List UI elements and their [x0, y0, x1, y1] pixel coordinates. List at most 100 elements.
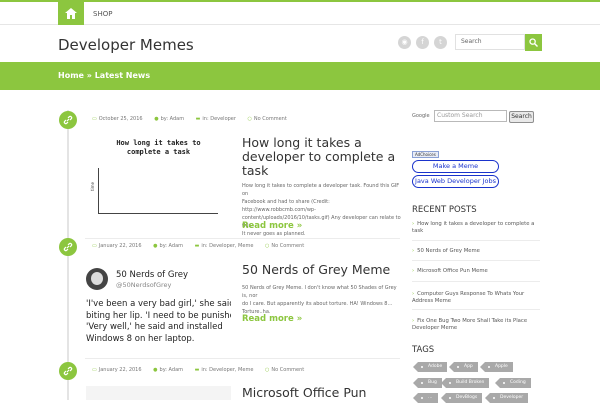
post-author[interactable]: by: Adam [160, 367, 183, 373]
post-format-link-icon [59, 238, 77, 256]
read-more-link[interactable]: Read more » [242, 314, 302, 324]
tag-link[interactable]: App [449, 362, 478, 372]
post-category[interactable]: in: Developer, Meme [201, 367, 253, 373]
tag-link[interactable]: Build Broken [440, 378, 490, 388]
post-thumbnail[interactable]: 50 Nerds of Grey @50NerdsofGrey 'I've be… [86, 263, 231, 351]
recent-post-item[interactable]: › Computer Guys Response To Whats Your Add… [412, 291, 542, 305]
recent-post-line: Fix One Bug Two More Shall Take its Plac… [417, 318, 528, 324]
post-format-link-icon [59, 362, 77, 380]
ad-link-java-jobs[interactable]: Java Web Developer Jobs [412, 175, 499, 188]
bullet-icon: › [412, 221, 415, 227]
tweet-text: 'I've been a very bad girl,' she said, b… [86, 299, 231, 345]
recent-post-line: How long it takes a developer to complet… [417, 221, 535, 227]
user-icon: ● [154, 116, 159, 122]
excerpt-line: Facebook and had to share (Credit: http:… [242, 199, 330, 213]
post-comments[interactable]: No Comment [271, 367, 304, 373]
tag-link[interactable]: Bug [413, 378, 442, 388]
adchoices-badge[interactable]: AdChoices [412, 151, 439, 158]
post-date[interactable]: January 22, 2016 [99, 243, 142, 249]
post-date[interactable]: January 22, 2016 [99, 367, 142, 373]
post-meta: ▭ January 22, 2016 ● by: Adam ▬ in: Develop… [92, 367, 304, 373]
tweet-line: Windows 8 on her laptop. [86, 333, 195, 344]
post-title-line: 50 Nerds of Grey Meme [242, 262, 391, 277]
tweet-line: 'Very well,' he said and installed [86, 322, 223, 332]
calendar-icon: ▭ [92, 367, 97, 373]
home-button[interactable] [58, 2, 84, 26]
tag-link[interactable]: … [413, 393, 438, 403]
ad-link-make-a-meme[interactable]: Make a Meme [412, 160, 499, 173]
tag-link[interactable]: Adobe [412, 362, 448, 372]
post-title-line: task [242, 163, 269, 178]
search-input[interactable]: Search [455, 34, 525, 50]
tag-link[interactable]: DevBlogs [440, 393, 483, 403]
tweet-name: 50 Nerds of Grey [116, 270, 189, 280]
recent-posts-title: RECENT POSTS [412, 205, 477, 215]
recent-post-item[interactable]: › Microsoft Office Pun Meme [412, 268, 542, 275]
folder-icon: ▬ [194, 243, 200, 249]
excerpt-line: How long it takes to complete a develope… [242, 183, 400, 197]
post-comments[interactable]: No Comment [271, 243, 304, 249]
recent-divider [412, 240, 540, 241]
post-divider [85, 358, 400, 359]
calendar-icon: ▭ [92, 116, 97, 122]
rss-icon[interactable]: ◉ [398, 36, 411, 49]
comment-icon: ○ [265, 367, 270, 373]
tags-title: TAGS [412, 345, 435, 355]
custom-search-input[interactable]: Custom Search [434, 110, 507, 122]
post-author[interactable]: by: Adam [160, 243, 183, 249]
recent-divider [412, 309, 540, 310]
tag-link[interactable]: Apple [480, 362, 513, 372]
nav-shop-link[interactable]: SHOP [93, 10, 112, 18]
google-label: Google [412, 113, 430, 119]
post-title[interactable]: Microsoft Office Pun [242, 386, 366, 400]
post-title-line: developer to complete a [242, 149, 396, 164]
recent-post-line: task [412, 228, 424, 234]
read-more-link[interactable]: Read more » [242, 221, 302, 231]
recent-post-item[interactable]: › How long it takes a developer to comple… [412, 221, 542, 235]
post-category[interactable]: in: Developer, Meme [201, 243, 253, 249]
breadcrumb[interactable]: Home » Latest News [58, 71, 150, 80]
post-excerpt: 50 Nerds of Grey Meme. I don't know what… [242, 284, 402, 316]
avatar [86, 268, 108, 290]
site-title[interactable]: Developer Memes [58, 36, 194, 54]
bullet-icon: › [412, 248, 415, 254]
recent-post-line: Address Meme [412, 298, 452, 304]
post-date[interactable]: October 25, 2016 [99, 116, 143, 122]
post-thumbnail[interactable] [86, 386, 231, 400]
post-comments[interactable]: No Comment [254, 116, 287, 122]
post-title[interactable]: 50 Nerds of Grey Meme [242, 263, 390, 277]
twitter-icon[interactable]: t [434, 36, 447, 49]
post-format-link-icon [59, 111, 77, 129]
calendar-icon: ▭ [92, 243, 97, 249]
site-header: Developer Memes ◉ f t Search [0, 25, 600, 62]
post-thumbnail[interactable]: How long it takes to complete a task tim… [86, 132, 231, 222]
custom-search-button[interactable]: Search [509, 111, 534, 123]
excerpt-line: 50 Nerds of Grey Meme. I don't know what… [242, 285, 397, 299]
recent-post-line: Microsoft Office Pun Meme [417, 268, 488, 274]
folder-icon: ▬ [194, 367, 200, 373]
post-category[interactable]: in: Developer [202, 116, 236, 122]
post-title[interactable]: How long it takes a developer to complet… [242, 136, 395, 178]
post-meta: ▭ January 22, 2016 ● by: Adam ▬ in: Develop… [92, 243, 304, 249]
tweet-line: 'I've been a very bad girl,' she said, [86, 299, 231, 309]
recent-post-line: 50 Nerds of Grey Meme [417, 248, 480, 254]
facebook-icon[interactable]: f [416, 36, 429, 49]
breadcrumb-bar: Home » Latest News [0, 62, 600, 90]
bullet-icon: › [412, 268, 415, 274]
recent-post-line: Developer Meme [412, 325, 458, 331]
thumb-y-axis [98, 168, 99, 213]
home-icon [65, 8, 77, 19]
excerpt-line: do I care. But apparently its about tort… [242, 301, 393, 307]
search-button[interactable] [525, 34, 542, 51]
excerpt-line: It never goes as planned. [242, 231, 306, 237]
tag-link[interactable]: Coding [495, 378, 531, 388]
recent-divider [412, 281, 540, 282]
thumb-y-label: time [90, 181, 96, 192]
tag-link[interactable]: Developer [484, 393, 529, 403]
post-title-line: Microsoft Office Pun [242, 385, 367, 400]
post-author[interactable]: by: Adam [161, 116, 184, 122]
tweet-line: biting her lip. 'I need to be punished.' [86, 310, 231, 321]
recent-post-item[interactable]: › 50 Nerds of Grey Meme [412, 248, 542, 255]
bullet-icon: › [412, 291, 415, 297]
recent-post-item[interactable]: › Fix One Bug Two More Shall Take its Pla… [412, 318, 542, 332]
